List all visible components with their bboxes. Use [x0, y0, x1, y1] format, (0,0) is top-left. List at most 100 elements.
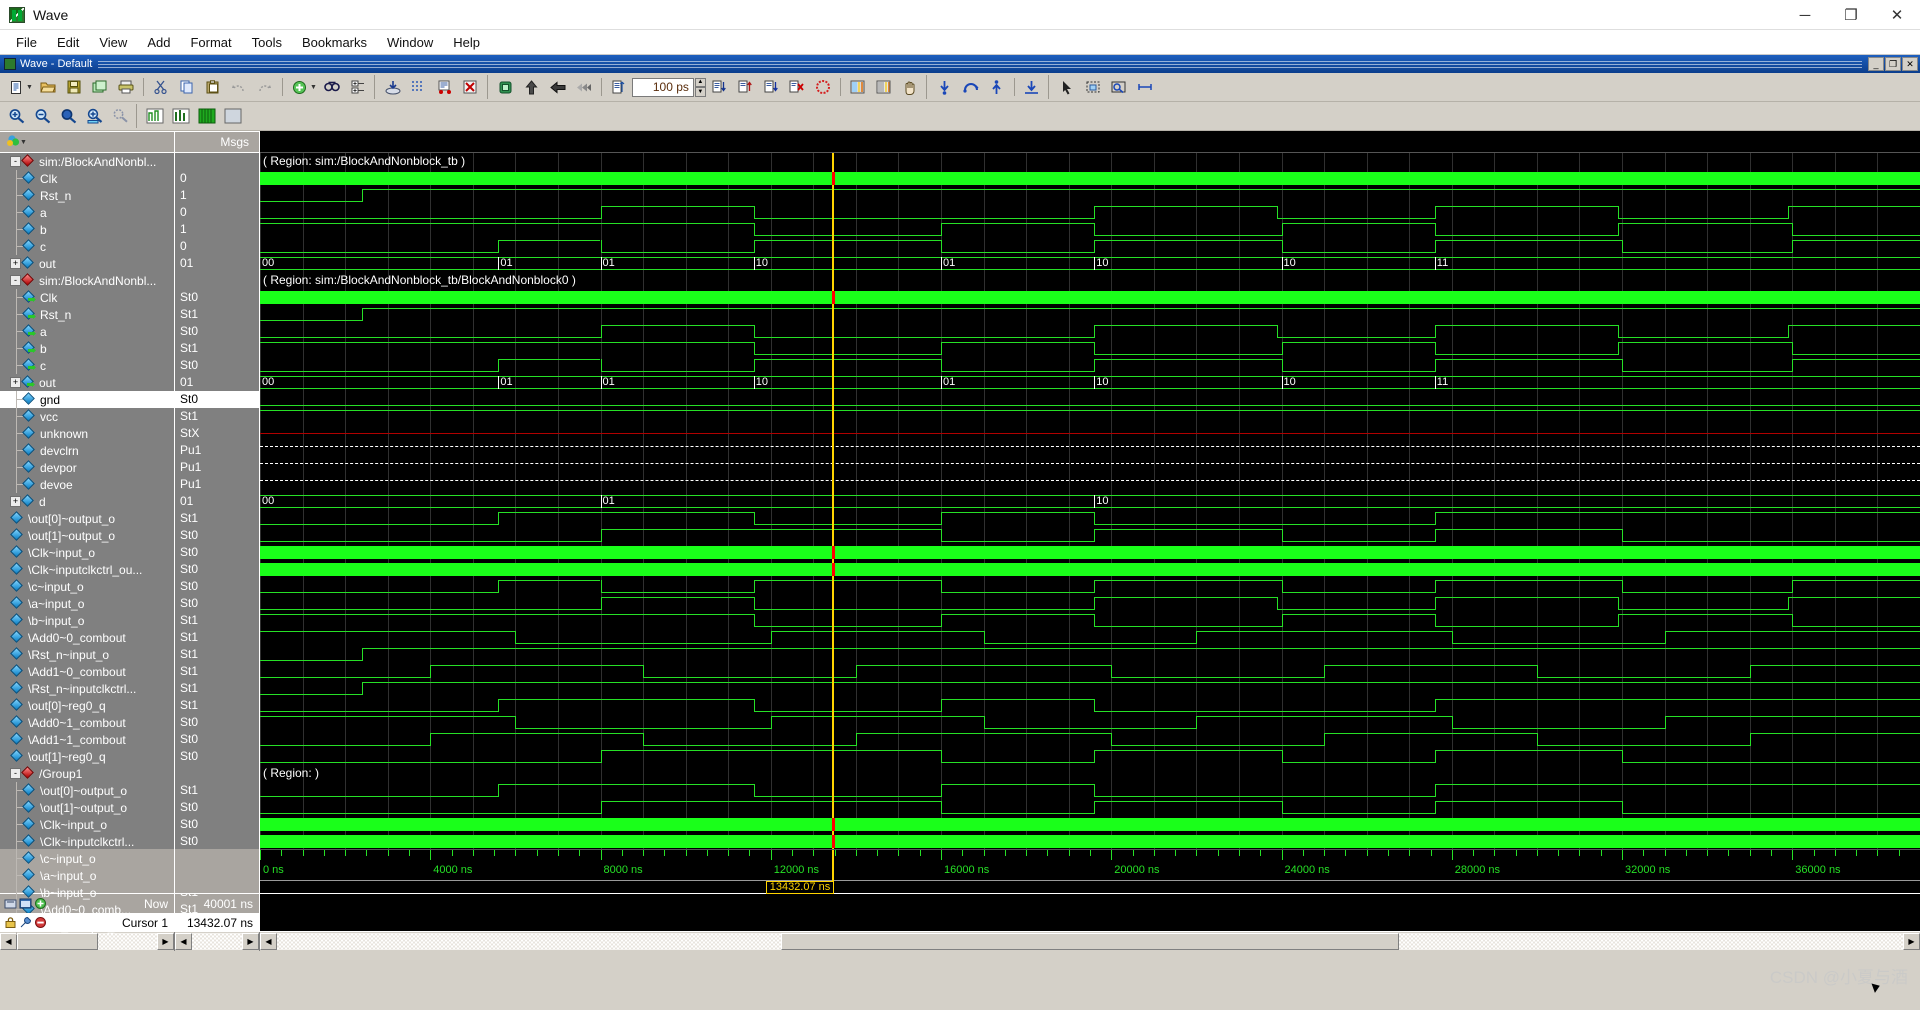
signal-row[interactable]: \out[0]~reg0_q: [0, 697, 174, 714]
signal-row[interactable]: devclrn: [0, 442, 174, 459]
ruler-cursor-line[interactable]: [831, 850, 834, 881]
save-icon[interactable]: [62, 76, 86, 98]
menu-item-window[interactable]: Window: [377, 32, 443, 53]
signal-row[interactable]: a: [0, 323, 174, 340]
object-filter-dropdown-icon[interactable]: ▼: [20, 139, 27, 146]
save-all-icon[interactable]: [88, 76, 112, 98]
wave-compare-icon[interactable]: [433, 76, 457, 98]
scroll-thumb[interactable]: [17, 933, 99, 950]
run-length-stepper[interactable]: ▲ ▼: [694, 77, 706, 97]
mdi-close-button[interactable]: ✕: [1902, 57, 1918, 71]
mdi-restore-button[interactable]: ❐: [1885, 57, 1901, 71]
wave-style-dense-icon[interactable]: [195, 105, 219, 127]
mdi-minimize-button[interactable]: _: [1868, 57, 1884, 71]
hand-pan-icon[interactable]: [898, 76, 922, 98]
signal-row[interactable]: \Clk~inputclkctrl...: [0, 833, 174, 850]
signal-row[interactable]: \out[1]~output_o: [0, 527, 174, 544]
run-up-icon[interactable]: [520, 76, 544, 98]
run-icon[interactable]: [707, 76, 731, 98]
scroll-right-button[interactable]: ▶: [242, 933, 259, 950]
close-button[interactable]: ✕: [1874, 0, 1920, 30]
scroll-left-button[interactable]: ◀: [260, 933, 277, 950]
signal-row[interactable]: \Rst_n~input_o: [0, 646, 174, 663]
cursor-line[interactable]: [831, 153, 834, 849]
paste-icon[interactable]: [201, 76, 225, 98]
scroll-left-button[interactable]: ◀: [0, 933, 17, 950]
stepper-up-icon[interactable]: ▲: [694, 77, 706, 87]
run-length-input[interactable]: 100 ps: [631, 77, 694, 97]
new-file-dropdown-icon[interactable]: ▼: [26, 84, 33, 91]
expand-icon[interactable]: +: [10, 496, 21, 507]
menu-item-edit[interactable]: Edit: [47, 32, 89, 53]
signal-row[interactable]: \Add1~0_combout: [0, 663, 174, 680]
signal-row[interactable]: - /Group1: [0, 765, 174, 782]
wave-style-analog-icon[interactable]: [143, 105, 167, 127]
signal-row[interactable]: Rst_n: [0, 187, 174, 204]
signal-row[interactable]: - sim:/BlockAndNonbl...: [0, 272, 174, 289]
zoom-full-icon[interactable]: [56, 105, 80, 127]
add-cursor-icon[interactable]: [34, 897, 47, 910]
collapse-icon[interactable]: -: [10, 275, 21, 286]
scroll-right-button[interactable]: ▶: [157, 933, 174, 950]
signal-row[interactable]: \Clk~inputclkctrl_ou...: [0, 561, 174, 578]
scroll-right-button[interactable]: ▶: [1903, 933, 1920, 950]
continue-run-icon[interactable]: [733, 76, 757, 98]
delete-cursor-icon[interactable]: [34, 916, 47, 929]
wave-image-2-icon[interactable]: [872, 76, 896, 98]
waveform-canvas[interactable]: ( Region: sim:/BlockAndNonblock_tb ) 00 01…: [260, 153, 1920, 849]
insert-cursor-icon[interactable]: [933, 76, 957, 98]
signal-row[interactable]: devpor: [0, 459, 174, 476]
run-all-icon[interactable]: [759, 76, 783, 98]
zoom-in-icon[interactable]: [4, 105, 28, 127]
load-dataset-icon[interactable]: [381, 76, 405, 98]
wave-image-1-icon[interactable]: [846, 76, 870, 98]
wave-window-icon[interactable]: [19, 897, 32, 910]
restart-icon[interactable]: [494, 76, 518, 98]
cursor-value-row[interactable]: 13432.07 ns: [175, 913, 259, 932]
stop-icon[interactable]: [811, 76, 835, 98]
cut-icon[interactable]: [149, 76, 173, 98]
signal-row[interactable]: Rst_n: [0, 306, 174, 323]
signal-row[interactable]: - sim:/BlockAndNonbl...: [0, 153, 174, 170]
scroll-track[interactable]: [17, 933, 157, 950]
break-icon[interactable]: [785, 76, 809, 98]
undo-icon[interactable]: [227, 76, 251, 98]
open-folder-icon[interactable]: [36, 76, 60, 98]
minimize-button[interactable]: ─: [1782, 0, 1828, 30]
value-panel-scrollbar[interactable]: ◀ ▶: [175, 932, 260, 951]
wave-style-bars-icon[interactable]: [169, 105, 193, 127]
add-signal-icon[interactable]: [288, 76, 312, 98]
menu-item-help[interactable]: Help: [443, 32, 490, 53]
run-length-config-icon[interactable]: [607, 76, 631, 98]
signal-row[interactable]: a: [0, 204, 174, 221]
scroll-track[interactable]: [277, 933, 1903, 950]
run-back-icon[interactable]: [546, 76, 570, 98]
signal-row[interactable]: \b~input_o: [0, 612, 174, 629]
wave-grid-icon[interactable]: [407, 76, 431, 98]
menu-item-format[interactable]: Format: [180, 32, 241, 53]
signal-row[interactable]: \out[0]~output_o: [0, 510, 174, 527]
signal-row[interactable]: + out: [0, 255, 174, 272]
expand-icon[interactable]: +: [10, 377, 21, 388]
select-arrow-icon[interactable]: [1055, 76, 1079, 98]
copy-icon[interactable]: [175, 76, 199, 98]
measure-icon[interactable]: [1133, 76, 1157, 98]
signal-row[interactable]: \Clk~input_o: [0, 816, 174, 833]
zoom-range-icon[interactable]: [108, 105, 132, 127]
signal-row[interactable]: c: [0, 238, 174, 255]
signal-row[interactable]: \a~input_o: [0, 867, 174, 884]
time-ruler[interactable]: 0 ns 4000 ns 8000 ns 12000 ns 16000 ns 20000 …: [260, 849, 1920, 894]
signal-row[interactable]: \Add0~1_combout: [0, 714, 174, 731]
find-icon[interactable]: [320, 76, 344, 98]
delete-wave-icon[interactable]: [459, 76, 483, 98]
signal-row[interactable]: Clk: [0, 289, 174, 306]
signal-row[interactable]: c: [0, 357, 174, 374]
wave-panel-scrollbar[interactable]: ◀ ▶: [260, 932, 1920, 951]
zoom-cursor-icon[interactable]: [82, 105, 106, 127]
add-signal-dropdown-icon[interactable]: ▼: [310, 84, 317, 91]
save-dataset-icon[interactable]: [4, 897, 17, 910]
signal-row[interactable]: \Add0~0_combout: [0, 629, 174, 646]
signal-row[interactable]: + d: [0, 493, 174, 510]
zoom-out-icon[interactable]: [30, 105, 54, 127]
redo-icon[interactable]: [253, 76, 277, 98]
